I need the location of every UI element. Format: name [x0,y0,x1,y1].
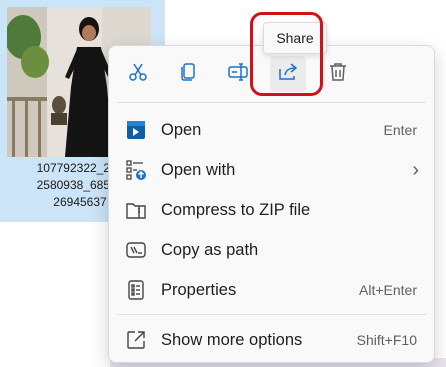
menu-item-label: Compress to ZIP file [161,200,311,219]
menu-item-show-more-options[interactable]: Show more options Shift+F10 [114,322,429,358]
menu-item-label: Properties [161,280,237,299]
menu-item-label: Open [161,120,202,139]
menu-item-label: Copy as path [161,240,259,259]
zip-folder-icon [122,199,150,221]
divider [117,314,426,315]
scissors-icon [127,61,149,88]
menu-item-label: Show more options [161,330,303,349]
menu-item-copy-path[interactable]: Copy as path [114,232,429,268]
delete-button[interactable] [320,56,356,92]
cut-button[interactable] [120,56,156,92]
copy-path-icon [122,239,150,261]
copy-icon [177,61,199,88]
menu-item-properties[interactable]: Properties Alt+Enter [114,272,429,308]
open-app-icon [122,119,150,141]
menu-item-open-with[interactable]: Open with › [114,152,429,188]
divider [117,102,426,103]
annotation-highlight-box [250,12,323,96]
rename-icon [227,61,249,88]
shortcut-text: Enter [383,122,417,138]
menu-item-open[interactable]: Open Enter [114,112,429,148]
file-name-line: 26945637 [53,195,107,209]
external-link-icon [122,329,150,351]
copy-button[interactable] [170,56,206,92]
menu-item-label: Open with [161,160,236,179]
trash-icon [327,61,349,88]
chevron-right-icon: › [412,158,419,181]
open-with-icon [122,159,150,181]
shortcut-text: Alt+Enter [359,282,417,298]
shortcut-text: Shift+F10 [356,332,417,348]
properties-icon [122,279,150,301]
menu-item-compress[interactable]: Compress to ZIP file [114,192,429,228]
